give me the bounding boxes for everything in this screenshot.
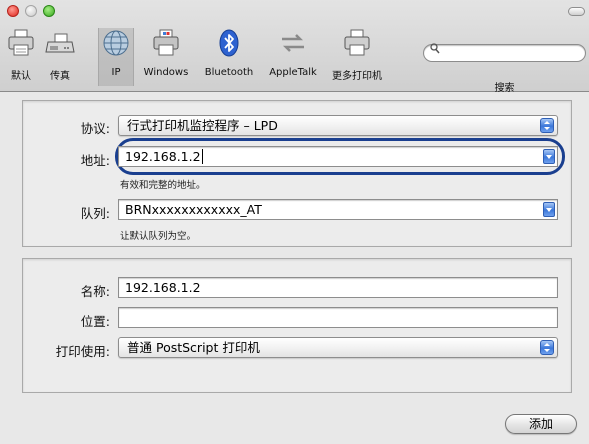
protocol-label: 协议: — [80, 121, 110, 136]
toolbar: 默认 传真 IP Windows Bluetooth AppleTalk 更多打… — [0, 0, 589, 94]
address-hint: 有效和完整的地址。 — [120, 180, 206, 191]
tab-appletalk[interactable]: AppleTalk — [264, 28, 322, 86]
print-using-label: 打印使用: — [55, 344, 110, 359]
address-label: 地址: — [80, 153, 110, 168]
dropdown-arrow-icon[interactable] — [543, 149, 555, 164]
name-label: 名称: — [80, 284, 110, 299]
tab-fax[interactable]: 传真 — [40, 28, 80, 86]
add-button[interactable]: 添加 — [505, 414, 577, 434]
appletalk-icon — [278, 28, 308, 58]
window-controls — [7, 5, 55, 17]
tab-ip[interactable]: IP — [98, 28, 134, 86]
queue-field[interactable]: BRNxxxxxxxxxxxx_AT — [118, 199, 558, 220]
queue-label: 队列: — [80, 206, 110, 221]
print-using-popup[interactable]: 普通 PostScript 打印机 — [118, 337, 558, 358]
tab-more-printers[interactable]: 更多打印机 — [325, 28, 389, 86]
fax-icon — [45, 28, 75, 58]
toolbar-toggle-button[interactable] — [568, 7, 585, 16]
name-field[interactable]: 192.168.1.2 — [118, 277, 558, 298]
queue-hint: 让默认队列为空。 — [120, 231, 197, 242]
protocol-value: 行式打印机监控程序 – LPD — [127, 118, 278, 133]
add-printer-window: 默认 传真 IP Windows Bluetooth AppleTalk 更多打… — [0, 0, 589, 444]
up-down-arrows-icon — [540, 340, 554, 355]
minimize-button[interactable] — [25, 5, 37, 17]
tab-label: 传真 — [50, 71, 70, 82]
print-using-value: 普通 PostScript 打印机 — [127, 340, 260, 355]
tab-label: Bluetooth — [204, 67, 254, 78]
tab-label: Windows — [143, 67, 189, 78]
tab-label: AppleTalk — [269, 67, 317, 78]
protocol-popup[interactable]: 行式打印机监控程序 – LPD — [118, 115, 558, 136]
tab-label: IP — [111, 67, 121, 78]
tab-bluetooth[interactable]: Bluetooth — [198, 28, 260, 86]
tab-default[interactable]: 默认 — [4, 28, 38, 86]
zoom-button[interactable] — [43, 5, 55, 17]
windows-printer-icon — [151, 28, 181, 58]
up-down-arrows-icon — [540, 118, 554, 133]
address-field[interactable]: 192.168.1.2 — [118, 146, 558, 167]
name-value: 192.168.1.2 — [125, 280, 201, 295]
globe-icon — [101, 28, 131, 58]
more-printers-icon — [342, 28, 372, 58]
dropdown-arrow-icon[interactable] — [543, 202, 555, 217]
tab-windows[interactable]: Windows — [138, 28, 194, 86]
tab-label: 更多打印机 — [332, 71, 382, 82]
search-group: 搜索 — [423, 40, 586, 94]
queue-value: BRNxxxxxxxxxxxx_AT — [125, 202, 262, 217]
printer-icon — [6, 28, 36, 58]
address-value: 192.168.1.2 — [125, 149, 201, 164]
bluetooth-icon — [214, 28, 244, 58]
search-icon — [430, 43, 440, 55]
search-label: 搜索 — [494, 83, 515, 94]
close-button[interactable] — [7, 5, 19, 17]
location-label: 位置: — [80, 314, 110, 329]
tab-label: 默认 — [11, 71, 31, 82]
location-field[interactable] — [118, 307, 558, 328]
text-cursor — [201, 149, 203, 164]
search-input[interactable] — [423, 43, 586, 62]
